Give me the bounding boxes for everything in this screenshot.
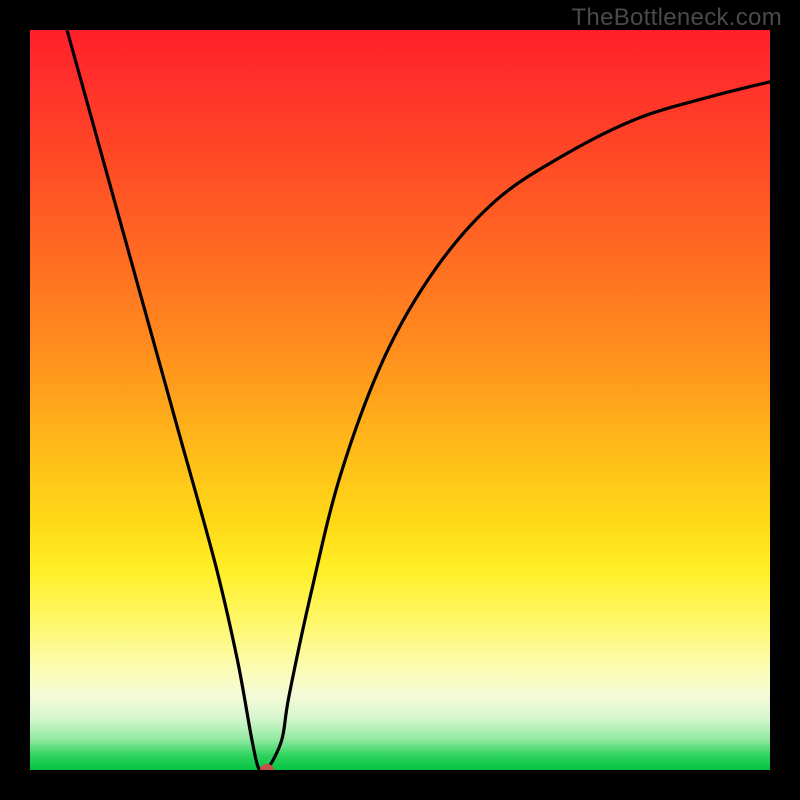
chart-frame: TheBottleneck.com: [0, 0, 800, 800]
min-marker: [260, 764, 274, 770]
watermark-text: TheBottleneck.com: [571, 4, 782, 32]
bottleneck-curve: [67, 30, 770, 770]
curve-svg: [30, 30, 770, 770]
plot-area: [30, 30, 770, 770]
